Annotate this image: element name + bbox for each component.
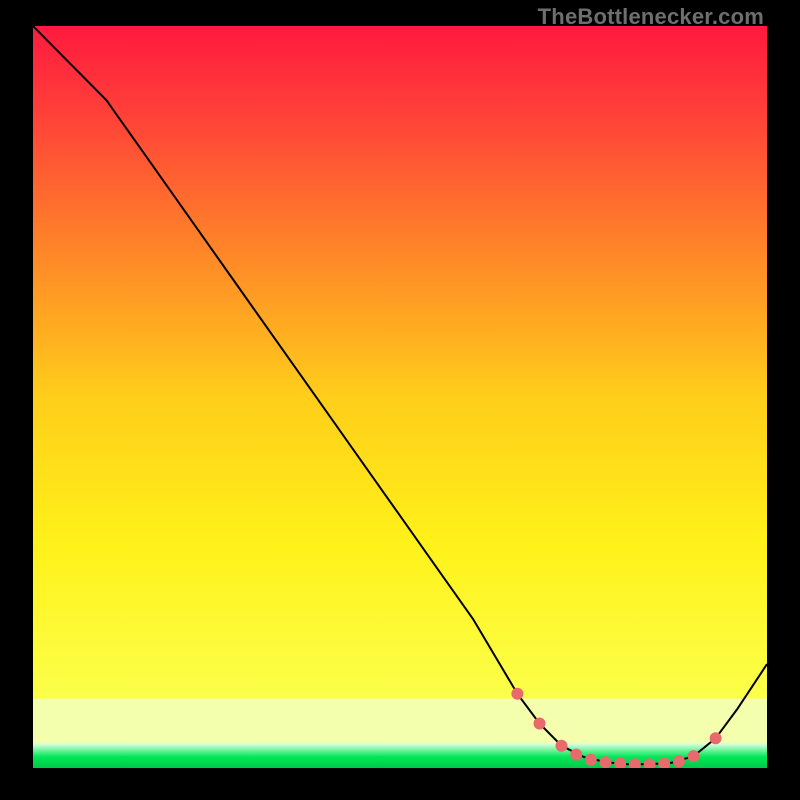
curve-marker	[511, 688, 523, 700]
curve-marker	[534, 718, 546, 730]
bottleneck-curve-chart	[33, 26, 767, 768]
curve-marker	[570, 749, 582, 761]
gradient-background	[33, 26, 767, 768]
curve-marker	[556, 740, 568, 752]
curve-marker	[600, 756, 612, 768]
curve-marker	[585, 754, 597, 766]
chart-frame: { "watermark": "TheBottlenecker.com", "c…	[0, 0, 800, 800]
curve-marker	[673, 755, 685, 767]
curve-marker	[688, 750, 700, 762]
curve-marker	[710, 732, 722, 744]
